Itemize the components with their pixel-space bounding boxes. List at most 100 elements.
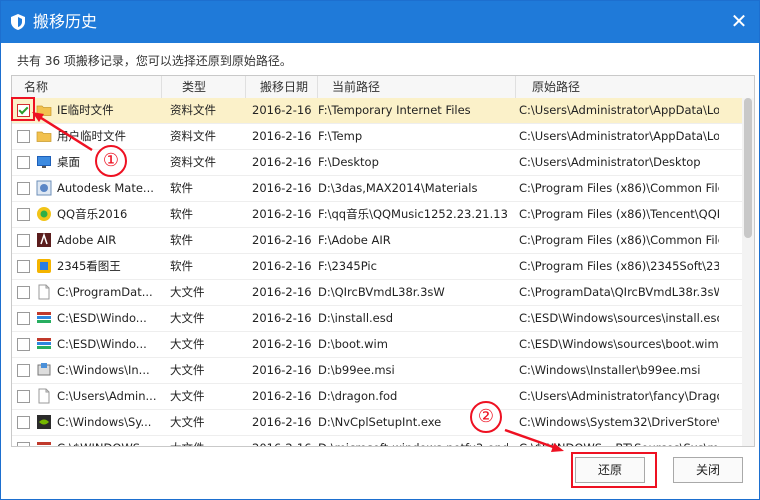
cell-name: C:\Windows\Sy... <box>57 415 152 429</box>
move-history-dialog: 搬移历史 ✕ 共有 36 项搬移记录，您可以选择还原到原始路径。 名称 类型 搬… <box>0 0 760 500</box>
row-checkbox[interactable] <box>17 390 30 403</box>
cell-type: 大文件 <box>170 415 205 429</box>
cell-original-path: C:\$WINDOWS.~BT\Sources\Sxs\micr... <box>519 436 719 446</box>
annotation-one: ① <box>95 145 127 177</box>
table-row[interactable]: 2345看图王 软件 2016-2-16 F:\2345Pic C:\Program F… <box>12 254 742 280</box>
row-checkbox[interactable] <box>17 234 30 247</box>
cell-date: 2016-2-16 <box>252 103 312 117</box>
cell-current-path: F:\Temp <box>318 129 363 143</box>
autodesk-icon <box>36 180 52 196</box>
cell-current-path: D:\install.esd <box>318 311 394 325</box>
cell-current-path: D:\QIrcBVmdL38r.3sW <box>318 285 445 299</box>
cell-date: 2016-2-16 <box>252 233 312 247</box>
table-row[interactable]: Autodesk Mate... 软件 2016-2-16 D:\3das,MAX20… <box>12 176 742 202</box>
adobe-air-icon <box>36 232 52 248</box>
archive-icon <box>36 310 52 326</box>
cell-name: QQ音乐2016 <box>57 207 128 221</box>
table-row[interactable]: C:\Windows\Sy... 大文件 2016-2-16 D:\NvCplSetu… <box>12 410 742 436</box>
cell-name: C:\ESD\Windo... <box>57 337 147 351</box>
restore-highlight <box>571 452 657 488</box>
cell-current-path: D:\boot.wim <box>318 337 388 351</box>
column-header-type[interactable]: 类型 <box>162 76 246 98</box>
cell-original-path: C:\Program Files (x86)\Common Files\... <box>519 233 719 247</box>
cell-date: 2016-2-16 <box>252 155 312 169</box>
table-row[interactable]: C:\$WINDOWS.... 大文件2016-2-16 D:\microsoft-… <box>12 436 742 446</box>
table-row[interactable]: IE临时文件 资料文件 2016-2-16 F:\Temporary Internet… <box>12 98 742 124</box>
annotation-two: ② <box>470 401 502 433</box>
column-header-original-path[interactable]: 原始路径 <box>516 76 754 98</box>
archive-icon <box>36 440 52 446</box>
cell-date: 2016-2-16 <box>252 259 312 273</box>
table-row[interactable]: C:\ESD\Windo... 大文件 2016-2-16 D:\install.es… <box>12 306 742 332</box>
cell-current-path: D:\microsoft-windows-netfx3-ondema... <box>318 436 508 446</box>
cell-name: Autodesk Mate... <box>57 181 154 195</box>
cell-date: 2016-2-16 <box>252 389 312 403</box>
column-header-current-path[interactable]: 当前路径 <box>318 76 516 98</box>
cell-date: 2016-2-16 <box>252 311 312 325</box>
table-row[interactable]: C:\ESD\Windo... 大文件 2016-2-16 D:\boot.wim C:… <box>12 332 742 358</box>
cell-date: 2016-2-16 <box>252 363 312 377</box>
cell-name: C:\Users\Admin... <box>57 389 157 403</box>
cell-type: 大文件 <box>170 311 205 325</box>
cell-original-path: C:\Program Files (x86)\Common Files\... <box>519 181 719 195</box>
cell-name: IE临时文件 <box>57 103 114 117</box>
cell-name: C:\ESD\Windo... <box>57 311 147 325</box>
cell-original-path: C:\Windows\System32\DriverStore\Fil... <box>519 415 719 429</box>
cell-date: 2016-2-16 <box>252 285 312 299</box>
row-checkbox[interactable] <box>17 416 30 429</box>
cell-date: 2016-2-16 <box>252 415 312 429</box>
row-checkbox[interactable] <box>17 364 30 377</box>
cell-type: 大文件 <box>170 337 205 351</box>
cell-type: 软件 <box>170 259 193 273</box>
column-header-date[interactable]: 搬移日期 <box>246 76 318 98</box>
cell-name: C:\$WINDOWS.... <box>57 436 162 446</box>
window-title: 搬移历史 <box>33 12 98 31</box>
close-icon[interactable]: ✕ <box>729 11 749 31</box>
column-header-name[interactable]: 名称 <box>12 76 162 98</box>
row-checkbox[interactable] <box>17 442 30 446</box>
row-checkbox[interactable] <box>17 260 30 273</box>
row-checkbox[interactable] <box>17 338 30 351</box>
cell-type: 大文件 <box>170 285 205 299</box>
row-checkbox[interactable] <box>17 156 30 169</box>
row-checkbox[interactable] <box>17 208 30 221</box>
table-row[interactable]: Adobe AIR 软件 2016-2-16 F:\Adobe AIR C:\Progr… <box>12 228 742 254</box>
file-icon <box>36 388 52 404</box>
cell-date: 2016-2-16 <box>252 337 312 351</box>
desktop-icon <box>36 154 52 170</box>
cell-current-path: F:\qq音乐\QQMusic1252.23.21.13 <box>318 207 508 221</box>
vertical-scrollbar[interactable] <box>742 98 754 446</box>
cell-type: 资料文件 <box>170 129 216 143</box>
cell-current-path: D:\b99ee.msi <box>318 363 395 377</box>
scrollbar-thumb[interactable] <box>744 98 752 238</box>
cell-date: 2016-2-16 <box>252 181 312 195</box>
checkbox-highlight <box>11 97 35 121</box>
cell-original-path: C:\Users\Administrator\Desktop <box>519 155 701 169</box>
history-table: 名称 类型 搬移日期 当前路径 原始路径 IE临时文件 资料文件 2016-2-16… <box>11 75 755 447</box>
cell-current-path: D:\3das,MAX2014\Materials <box>318 181 478 195</box>
picture-viewer-icon <box>36 258 52 274</box>
cell-original-path: C:\ProgramData\QIrcBVmdL38r.3sW <box>519 285 719 299</box>
row-checkbox[interactable] <box>17 286 30 299</box>
row-checkbox[interactable] <box>17 312 30 325</box>
cell-name: C:\ProgramDat... <box>57 285 153 299</box>
table-row[interactable]: 用户临时文件 资料文件 2016-2-16 F:\Temp C:\Users\Admin… <box>12 124 742 150</box>
cell-date: 2016-2-16 <box>252 436 314 446</box>
cell-original-path: C:\Users\Administrator\AppData\Local... <box>519 129 719 143</box>
table-row[interactable]: QQ音乐2016 软件 2016-2-16 F:\qq音乐\QQMusic1252.2… <box>12 202 742 228</box>
shield-icon <box>11 14 25 30</box>
row-checkbox[interactable] <box>17 182 30 195</box>
table-row[interactable]: C:\ProgramDat... 大文件 2016-2-16 D:\QIrcBVmdL… <box>12 280 742 306</box>
title-bar: 搬移历史 ✕ <box>1 1 759 43</box>
close-button[interactable]: 关闭 <box>673 457 743 483</box>
cell-type: 资料文件 <box>170 155 216 169</box>
table-header: 名称 类型 搬移日期 当前路径 原始路径 <box>12 76 754 99</box>
table-row[interactable]: C:\Users\Admin... 大文件 2016-2-16 D:\dragon.f… <box>12 384 742 410</box>
folder-icon <box>36 102 52 118</box>
table-row[interactable]: C:\Windows\In... 大文件 2016-2-16 D:\b99ee.msi… <box>12 358 742 384</box>
row-checkbox[interactable] <box>17 130 30 143</box>
cell-original-path: C:\Users\Administrator\fancy\Dragon\... <box>519 389 719 403</box>
cell-type: 软件 <box>170 181 193 195</box>
cell-type: 软件 <box>170 207 193 221</box>
cell-current-path: F:\Temporary Internet Files <box>318 103 471 117</box>
